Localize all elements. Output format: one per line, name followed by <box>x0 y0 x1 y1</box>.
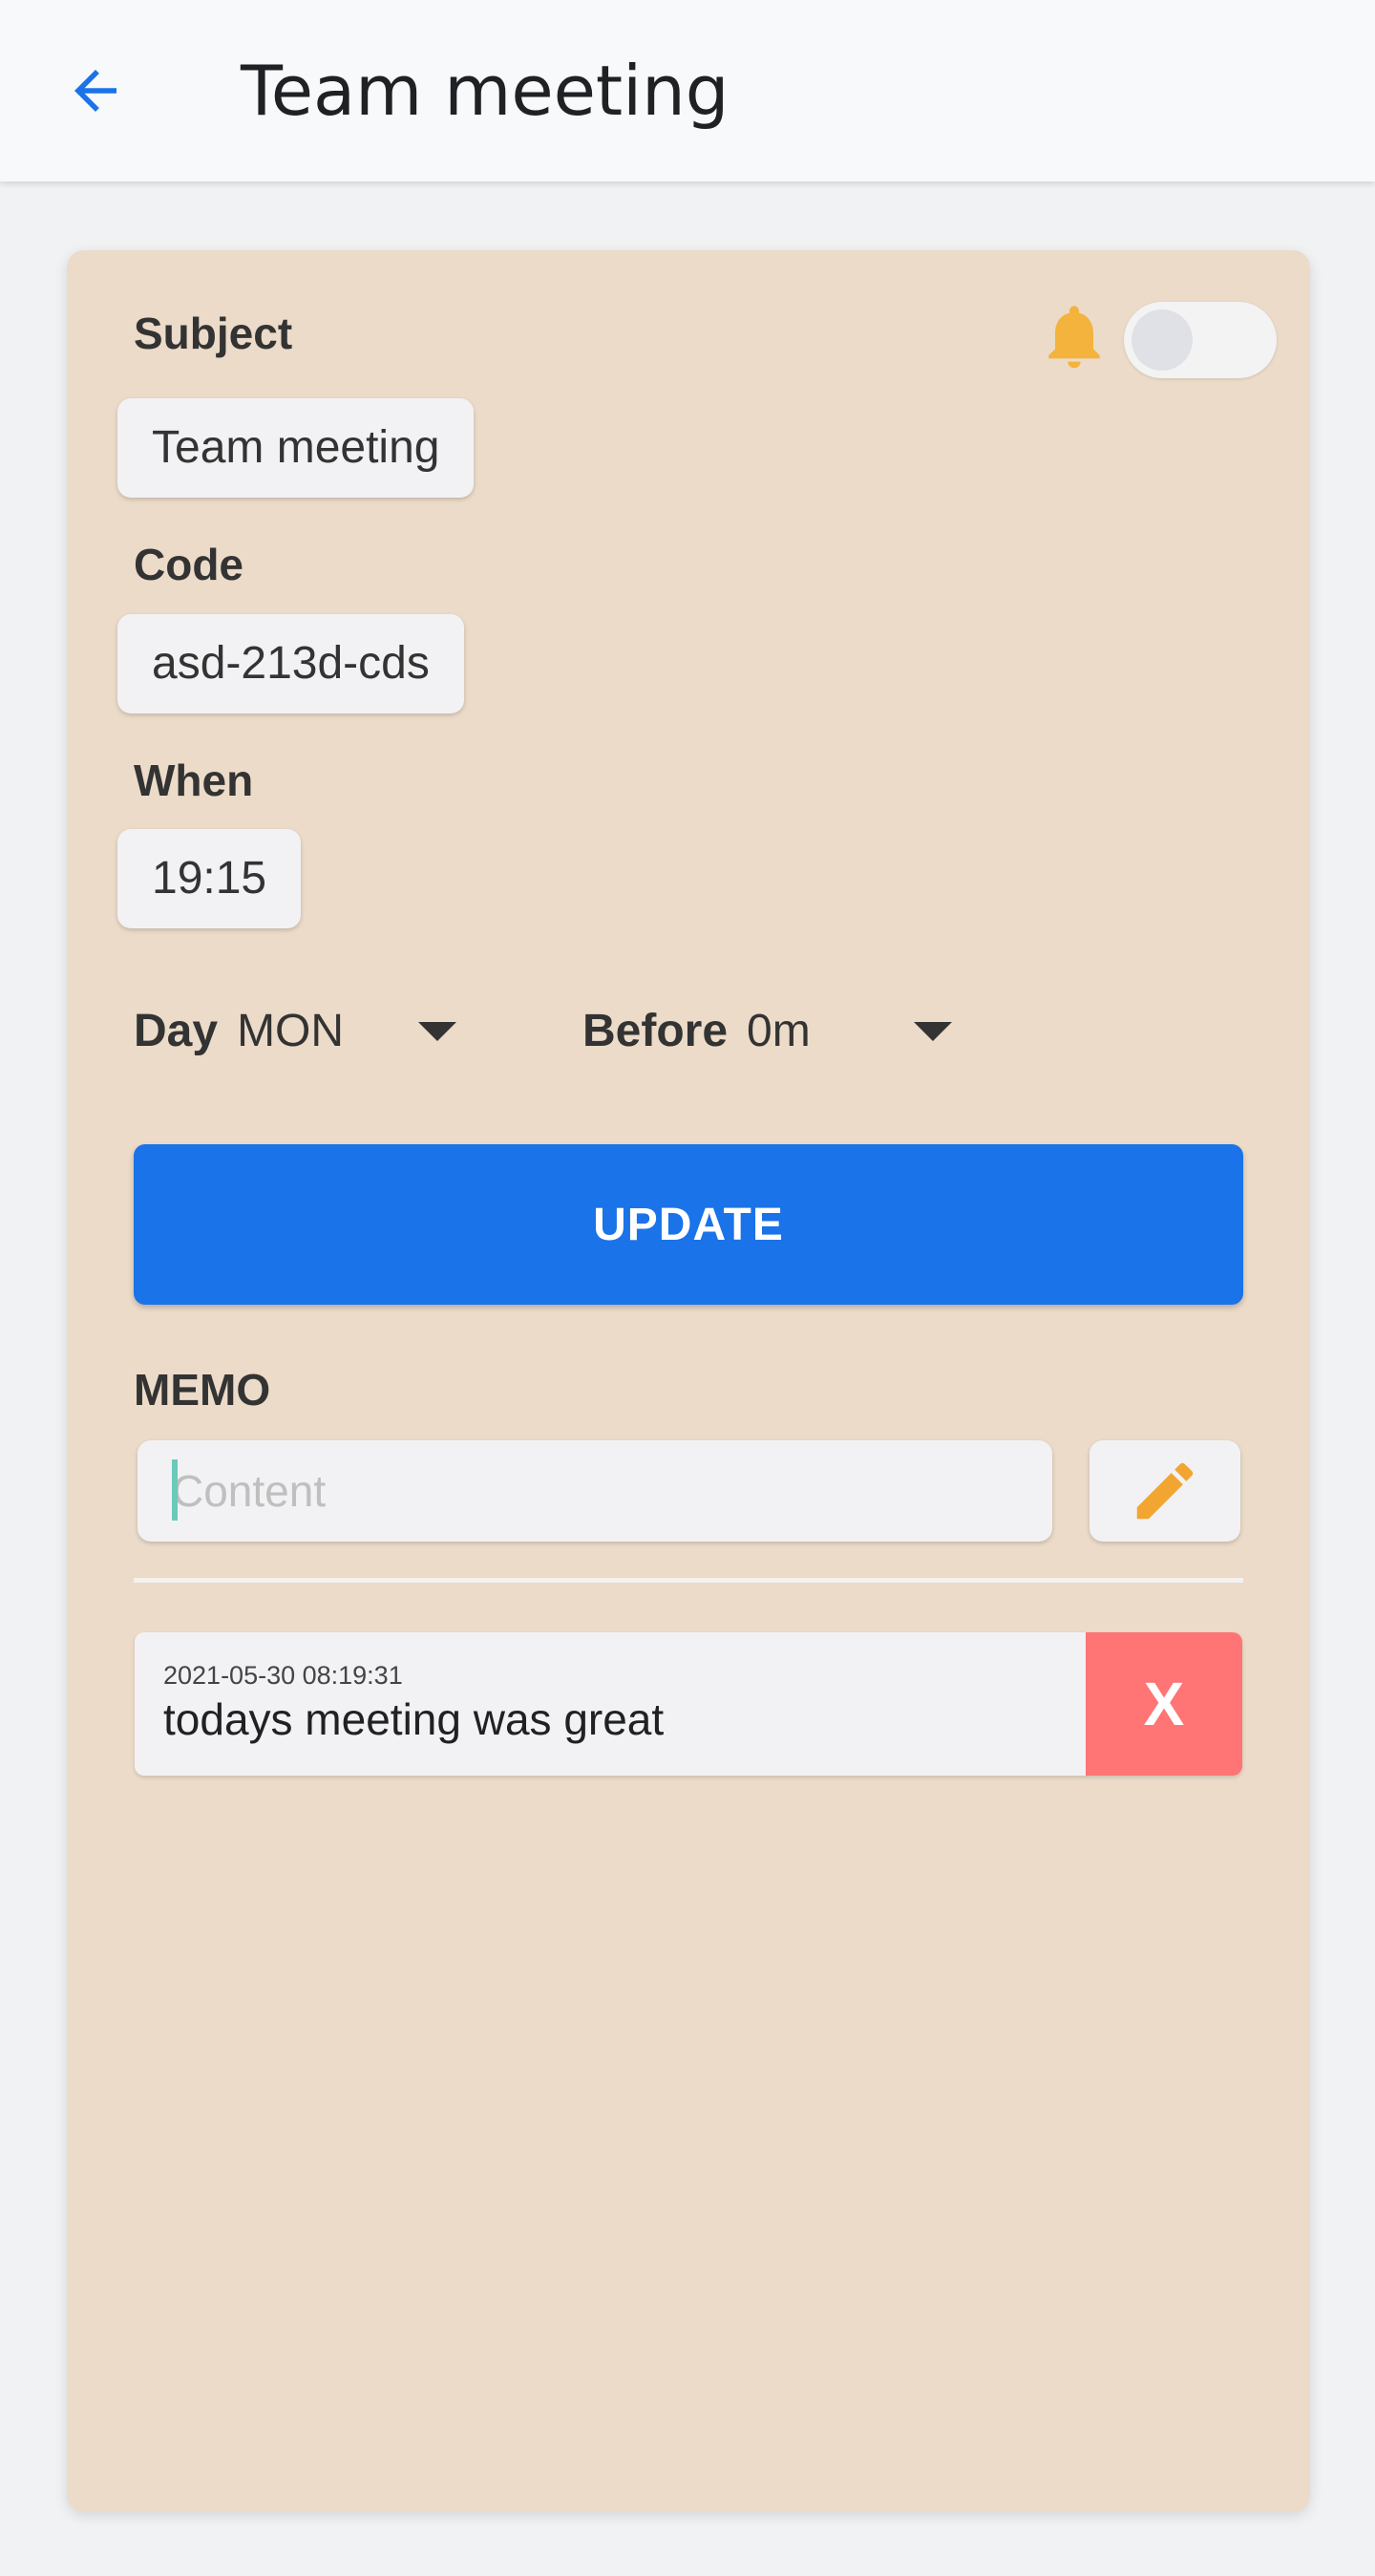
subject-label: Subject <box>134 309 293 358</box>
before-label: Before <box>582 1005 729 1056</box>
pencil-icon <box>1136 1462 1194 1520</box>
memo-list-item: 2021-05-30 08:19:31 todays meeting was g… <box>135 1632 1242 1776</box>
meeting-card: Subject Team meeting Code asd-213d-cds W… <box>67 250 1310 2512</box>
code-label: Code <box>134 540 243 589</box>
divider <box>134 1578 1243 1583</box>
chevron-down-icon <box>418 1022 456 1041</box>
alarm-toggle[interactable] <box>1124 302 1277 378</box>
text-caret <box>172 1459 178 1521</box>
memo-timestamp: 2021-05-30 08:19:31 <box>163 1661 403 1690</box>
edit-memo-button[interactable] <box>1089 1440 1240 1542</box>
subject-input[interactable]: Team meeting <box>117 398 475 498</box>
toggle-knob <box>1132 309 1193 371</box>
time-input[interactable]: 19:15 <box>117 829 302 928</box>
memo-content-input[interactable]: Content <box>138 1440 1052 1542</box>
bell-icon <box>1048 306 1100 369</box>
memo-text: todays meeting was great <box>163 1694 665 1744</box>
arrow-back-icon <box>74 70 116 112</box>
day-dropdown[interactable]: Day MON <box>134 988 468 1074</box>
page-title: Team meeting <box>241 51 730 131</box>
memo-placeholder: Content <box>172 1466 327 1516</box>
back-button[interactable] <box>53 48 138 134</box>
before-dropdown[interactable]: Before 0m <box>582 988 952 1074</box>
day-value: MON <box>237 1005 345 1056</box>
when-label: When <box>134 756 254 805</box>
update-button[interactable]: UPDATE <box>134 1144 1243 1305</box>
code-input[interactable]: asd-213d-cds <box>117 614 464 713</box>
before-value: 0m <box>747 1005 811 1056</box>
chevron-down-icon <box>914 1022 952 1041</box>
memo-label: MEMO <box>134 1365 271 1415</box>
day-label: Day <box>134 1005 219 1056</box>
app-bar: Team meeting <box>0 0 1375 181</box>
delete-memo-button[interactable]: X <box>1086 1632 1242 1776</box>
